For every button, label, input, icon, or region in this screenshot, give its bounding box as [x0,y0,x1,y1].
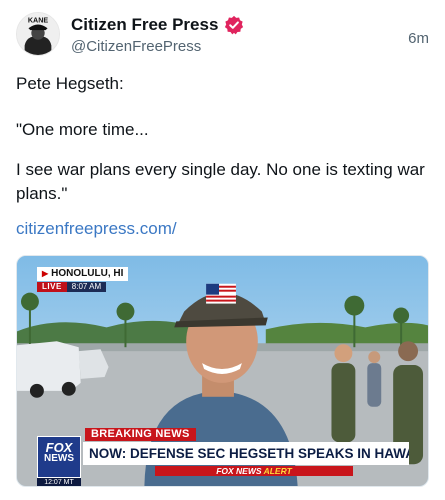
post-text-line-1: Pete Hegseth: [16,74,124,93]
post-link[interactable]: citizenfreepress.com/ [16,218,177,240]
author-name[interactable]: Citizen Free Press [71,14,218,36]
location-tag: ▶ HONOLULU, HI LIVE 8:07 AM [37,267,129,292]
alert-bar: FOX NEWS ALERT [155,466,353,476]
avatar-image: KANE [17,13,59,55]
live-badge: LIVE [37,282,67,292]
post-text-line-2: "One more time... [16,120,149,139]
author-handle[interactable]: @CitizenFreePress [71,37,201,57]
avatar-text: KANE [28,17,48,25]
live-time: 8:07 AM [66,282,107,292]
alert-prefix: FOX NEWS [216,466,262,476]
location-label: HONOLULU, HI [51,268,124,279]
post-card[interactable]: KANE Citizen Free Press @CitizenFreePres… [0,0,445,500]
logo-clock: 12:07 MT [37,478,81,486]
fox-news-logo: FOX NEWS [37,436,81,478]
post-header: KANE Citizen Free Press @CitizenFreePres… [16,12,429,58]
post-text-line-3: I see war plans every single day. No one… [16,160,425,203]
verified-badge-icon [224,15,244,35]
alert-word: ALERT [263,466,292,476]
play-triangle-icon: ▶ [42,269,49,278]
video-thumbnail[interactable]: ▶ HONOLULU, HI LIVE 8:07 AM BREAKING NEW… [16,255,429,487]
logo-bottom-text: NEWS [44,453,74,464]
avatar[interactable]: KANE [16,12,60,56]
breaking-news-label: BREAKING NEWS [85,428,196,441]
post-timestamp[interactable]: 6m [408,29,429,49]
chyron-headline: NOW: DEFENSE SEC HEGSETH SPEAKS IN HAWAI… [83,442,409,465]
